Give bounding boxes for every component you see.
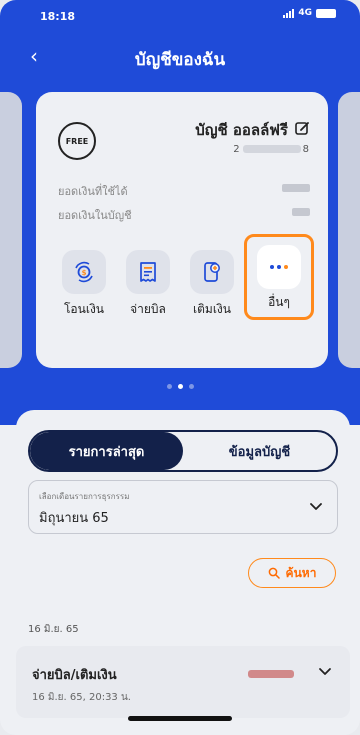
transaction-item[interactable]: จ่ายบิล/เติมเงิน 16 มิ.ย. 65, 20:33 น.	[16, 646, 350, 718]
transaction-title: จ่ายบิล/เติมเงิน	[32, 668, 117, 683]
search-icon	[268, 567, 280, 579]
transaction-amount-masked	[248, 670, 294, 678]
chevron-down-icon	[310, 503, 322, 510]
transaction-datetime: 16 มิ.ย. 65, 20:33 น.	[32, 692, 131, 703]
quick-actions: $ โอนเงิน จ่ายบิล เติมเงิน อื่นๆ	[54, 234, 314, 330]
transfer-label: โอนเงิน	[63, 302, 105, 316]
status-right: 4G	[283, 8, 336, 18]
account-number-prefix: 2	[233, 144, 241, 155]
pager-dot[interactable]	[188, 384, 194, 389]
pager-dot-active[interactable]	[177, 384, 183, 389]
next-card-peek[interactable]	[338, 92, 360, 368]
more-icon-box	[257, 245, 301, 289]
more-button[interactable]: อื่นๆ	[244, 234, 314, 320]
tab-account-info[interactable]: ข้อมูลบัญชี	[183, 432, 336, 470]
account-balance-label: ยอดเงินในบัญชี	[58, 209, 132, 222]
transfer-icon-box: $	[62, 250, 106, 294]
date-header: 16 มิ.ย. 65	[28, 624, 79, 635]
transfer-coin-icon: $	[75, 261, 93, 283]
phone-screen: 18:18 4G ‹ บัญชีของฉัน FREE บัญชี ออลล์ฟ…	[0, 0, 360, 735]
edit-icon[interactable]	[294, 120, 310, 136]
account-card: FREE บัญชี ออลล์ฟรี 28 ยอดเงินที่ใช้ได้ …	[36, 92, 328, 368]
account-number: 28	[233, 144, 310, 155]
account-balance-row: ยอดเงินในบัญชี	[58, 206, 310, 224]
pager-dot[interactable]	[166, 384, 172, 389]
transfer-button[interactable]: $ โอนเงิน	[54, 240, 114, 319]
available-balance-masked	[282, 184, 310, 192]
network-type: 4G	[298, 8, 312, 18]
svg-text:$: $	[82, 269, 87, 277]
card-pager	[0, 384, 360, 389]
free-badge-icon: FREE	[58, 122, 96, 160]
page-title: บัญชีของฉัน	[134, 50, 226, 70]
month-select[interactable]: เลือกเดือนรายการธุรกรรม มิถุนายน 65	[28, 480, 338, 534]
bill-receipt-icon	[140, 262, 156, 282]
tab-recent-transactions[interactable]: รายการล่าสุด	[30, 432, 183, 470]
pay-bill-icon-box	[126, 250, 170, 294]
search-label: ค้นหา	[285, 565, 317, 580]
month-select-caption: เลือกเดือนรายการธุรกรรม	[39, 492, 130, 501]
available-balance-label: ยอดเงินที่ใช้ได้	[58, 185, 128, 198]
signal-icon	[283, 8, 295, 18]
available-balance-row: ยอดเงินที่ใช้ได้	[58, 182, 310, 200]
top-up-label: เติมเงิน	[193, 302, 231, 316]
more-dots-icon	[270, 265, 288, 269]
battery-icon	[316, 8, 336, 18]
account-balance-masked	[292, 208, 310, 216]
month-select-value: มิถุนายน 65	[39, 511, 109, 526]
chevron-down-icon[interactable]	[318, 664, 332, 678]
more-label: อื่นๆ	[268, 295, 290, 309]
top-nav: ‹ บัญชีของฉัน	[0, 40, 360, 76]
pay-bill-label: จ่ายบิล	[130, 302, 166, 316]
transactions-sheet: รายการล่าสุด ข้อมูลบัญชี เลือกเดือนรายกา…	[16, 410, 350, 735]
pay-bill-button[interactable]: จ่ายบิล	[118, 240, 178, 319]
status-bar: 18:18 4G	[0, 0, 360, 32]
top-up-button[interactable]: เติมเงิน	[182, 240, 242, 319]
masked-digits	[242, 145, 301, 153]
account-number-suffix: 8	[302, 144, 310, 155]
badge-text: FREE	[65, 136, 89, 146]
status-time: 18:18	[40, 10, 76, 23]
home-indicator	[128, 716, 232, 721]
search-button[interactable]: ค้นหา	[248, 558, 336, 588]
previous-card-peek[interactable]	[0, 92, 22, 368]
account-name: บัญชี ออลล์ฟรี	[195, 121, 288, 139]
tab-bar: รายการล่าสุด ข้อมูลบัญชี	[28, 430, 338, 472]
top-up-icon-box	[190, 250, 234, 294]
mobile-topup-icon	[204, 262, 220, 282]
